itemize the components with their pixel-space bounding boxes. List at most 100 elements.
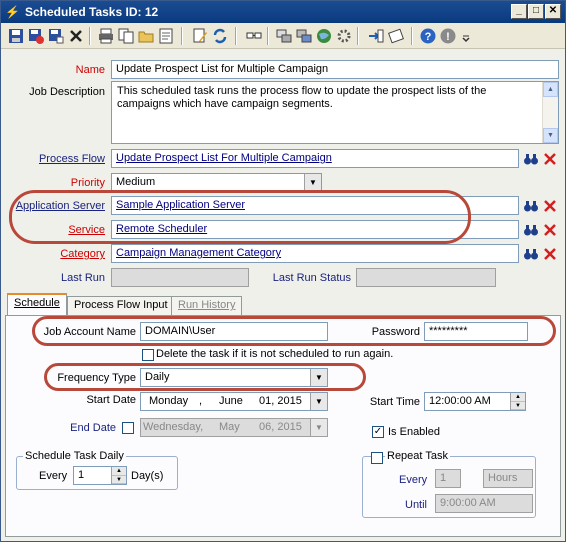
- job-description-text: This scheduled task runs the process flo…: [117, 85, 487, 110]
- every-days-value: 1: [78, 469, 85, 481]
- repeat-unit-select: Hours: [483, 469, 533, 488]
- schedule-daily-title: Schedule Task Daily: [23, 450, 126, 462]
- scheduled-task-window: ⚡ Scheduled Tasks ID: 12 _ □ ✕ ? ! Name: [0, 0, 566, 542]
- binoculars-icon[interactable]: [523, 246, 539, 262]
- clear-icon[interactable]: [542, 151, 558, 167]
- end-date-day: Wednesday,: [143, 421, 204, 433]
- highlight-oval: [32, 316, 556, 346]
- calendar-dropdown-icon[interactable]: ▼: [310, 393, 327, 410]
- priority-label: Priority: [70, 177, 105, 189]
- repeat-task-checkbox[interactable]: [371, 452, 383, 464]
- delete-icon[interactable]: [67, 27, 85, 45]
- schedule-panel: Job Account Name DOMAIN\User Password **…: [5, 315, 561, 537]
- binoculars-icon[interactable]: [523, 151, 539, 167]
- is-enabled-checkbox[interactable]: ✓: [372, 426, 384, 438]
- refresh-icon[interactable]: [211, 27, 229, 45]
- export-icon[interactable]: [387, 27, 405, 45]
- category-label[interactable]: Category: [11, 248, 105, 260]
- start-date-picker[interactable]: Monday , June 01, 2015 ▼: [140, 392, 328, 411]
- binoculars-icon[interactable]: [523, 198, 539, 214]
- tab-schedule-label: Schedule: [14, 297, 60, 309]
- end-date-month: May: [219, 421, 240, 433]
- settings-icon[interactable]: [335, 27, 353, 45]
- name-field[interactable]: Update Prospect List for Multiple Campai…: [111, 60, 559, 79]
- toolbar-separator: [235, 27, 237, 45]
- highlight-oval: [9, 190, 471, 244]
- process-flow-value[interactable]: Update Prospect List For Multiple Campai…: [116, 152, 332, 164]
- print-icon[interactable]: [97, 27, 115, 45]
- name-label: Name: [75, 64, 105, 76]
- save-icon[interactable]: [7, 27, 25, 45]
- last-run-label: Last Run: [60, 272, 105, 284]
- link-icon[interactable]: [245, 27, 263, 45]
- repeat-unit-value: Hours: [488, 472, 518, 484]
- until-time-field: 9:00:00 AM: [435, 494, 533, 513]
- end-date-label: End Date: [70, 422, 116, 434]
- days-spinner[interactable]: ▲ ▼: [111, 467, 126, 484]
- chevron-down-icon[interactable]: ▼: [304, 174, 321, 191]
- start-time-field[interactable]: 12:00:00 AM ▲ ▼: [424, 392, 526, 411]
- repeat-every-field: 1: [435, 469, 461, 488]
- maximize-button[interactable]: □: [528, 4, 544, 19]
- start-time-label: Start Time: [369, 396, 420, 408]
- window-title: Scheduled Tasks ID: 12: [25, 5, 159, 19]
- process-flow-field[interactable]: Update Prospect List For Multiple Campai…: [111, 149, 519, 168]
- every-label: Every: [39, 470, 68, 482]
- end-date-rest: 06, 2015: [259, 421, 302, 433]
- help-icon[interactable]: ?: [419, 27, 437, 45]
- import-icon[interactable]: [367, 27, 385, 45]
- job-description-textarea[interactable]: This scheduled task runs the process flo…: [111, 81, 559, 144]
- start-date-day[interactable]: Monday: [149, 393, 188, 410]
- description-scrollbar[interactable]: ▲ ▼: [542, 82, 558, 143]
- page-icon[interactable]: [157, 27, 175, 45]
- last-run-status-label: Last Run Status: [272, 272, 351, 284]
- save-close-icon[interactable]: [27, 27, 45, 45]
- until-time-value: 9:00:00 AM: [440, 497, 496, 509]
- tab-run-history[interactable]: Run History: [171, 296, 243, 315]
- grid2-icon[interactable]: [295, 27, 313, 45]
- tab-schedule[interactable]: Schedule: [7, 293, 67, 316]
- start-date-sep: ,: [199, 395, 203, 407]
- more-icon[interactable]: [461, 27, 471, 45]
- svg-text:?: ?: [425, 31, 432, 43]
- scroll-up-arrow[interactable]: ▲: [543, 82, 558, 97]
- repeat-task-label: Repeat Task: [385, 450, 450, 462]
- close-button[interactable]: ✕: [545, 4, 561, 19]
- edit-icon[interactable]: [191, 27, 209, 45]
- delete-task-checkbox[interactable]: [142, 349, 154, 361]
- last-run-field: [111, 268, 249, 287]
- process-flow-label[interactable]: Process Flow: [11, 153, 105, 165]
- open-folder-icon[interactable]: [137, 27, 155, 45]
- time-spinner[interactable]: ▲ ▼: [510, 393, 525, 410]
- binoculars-icon[interactable]: [523, 222, 539, 238]
- every-days-field[interactable]: 1 ▲ ▼: [73, 466, 127, 485]
- clear-icon[interactable]: [542, 198, 558, 214]
- start-time-value: 12:00:00 AM: [429, 395, 491, 407]
- copy-icon[interactable]: [117, 27, 135, 45]
- app-icon: ⚡: [5, 5, 20, 19]
- svg-text:!: !: [446, 31, 450, 43]
- repeat-task-group: Repeat Task Every 1 Hours Until 9:00:00 …: [362, 450, 536, 518]
- clear-icon[interactable]: [542, 246, 558, 262]
- is-enabled-label: Is Enabled: [388, 426, 440, 438]
- grid-icon[interactable]: [275, 27, 293, 45]
- toolbar-separator: [357, 27, 359, 45]
- info-icon[interactable]: !: [439, 27, 457, 45]
- start-date-month[interactable]: June: [219, 393, 243, 410]
- category-field[interactable]: Campaign Management Category: [111, 244, 519, 263]
- scroll-down-arrow[interactable]: ▼: [543, 128, 558, 143]
- save-new-icon[interactable]: [47, 27, 65, 45]
- end-date-picker: Wednesday, May 06, 2015 ▼: [140, 418, 328, 437]
- start-date-rest[interactable]: 01, 2015: [259, 393, 302, 410]
- toolbar-separator: [181, 27, 183, 45]
- minimize-button[interactable]: _: [511, 4, 527, 19]
- repeat-every-value: 1: [440, 472, 447, 484]
- tab-process-flow-input[interactable]: Process Flow Input: [67, 296, 175, 315]
- end-date-checkbox[interactable]: [122, 422, 134, 434]
- delete-task-label: Delete the task if it is not scheduled t…: [156, 348, 394, 360]
- until-label: Until: [405, 499, 428, 511]
- category-value[interactable]: Campaign Management Category: [116, 247, 281, 259]
- priority-value: Medium: [116, 176, 156, 188]
- globe-icon[interactable]: [315, 27, 333, 45]
- clear-icon[interactable]: [542, 222, 558, 238]
